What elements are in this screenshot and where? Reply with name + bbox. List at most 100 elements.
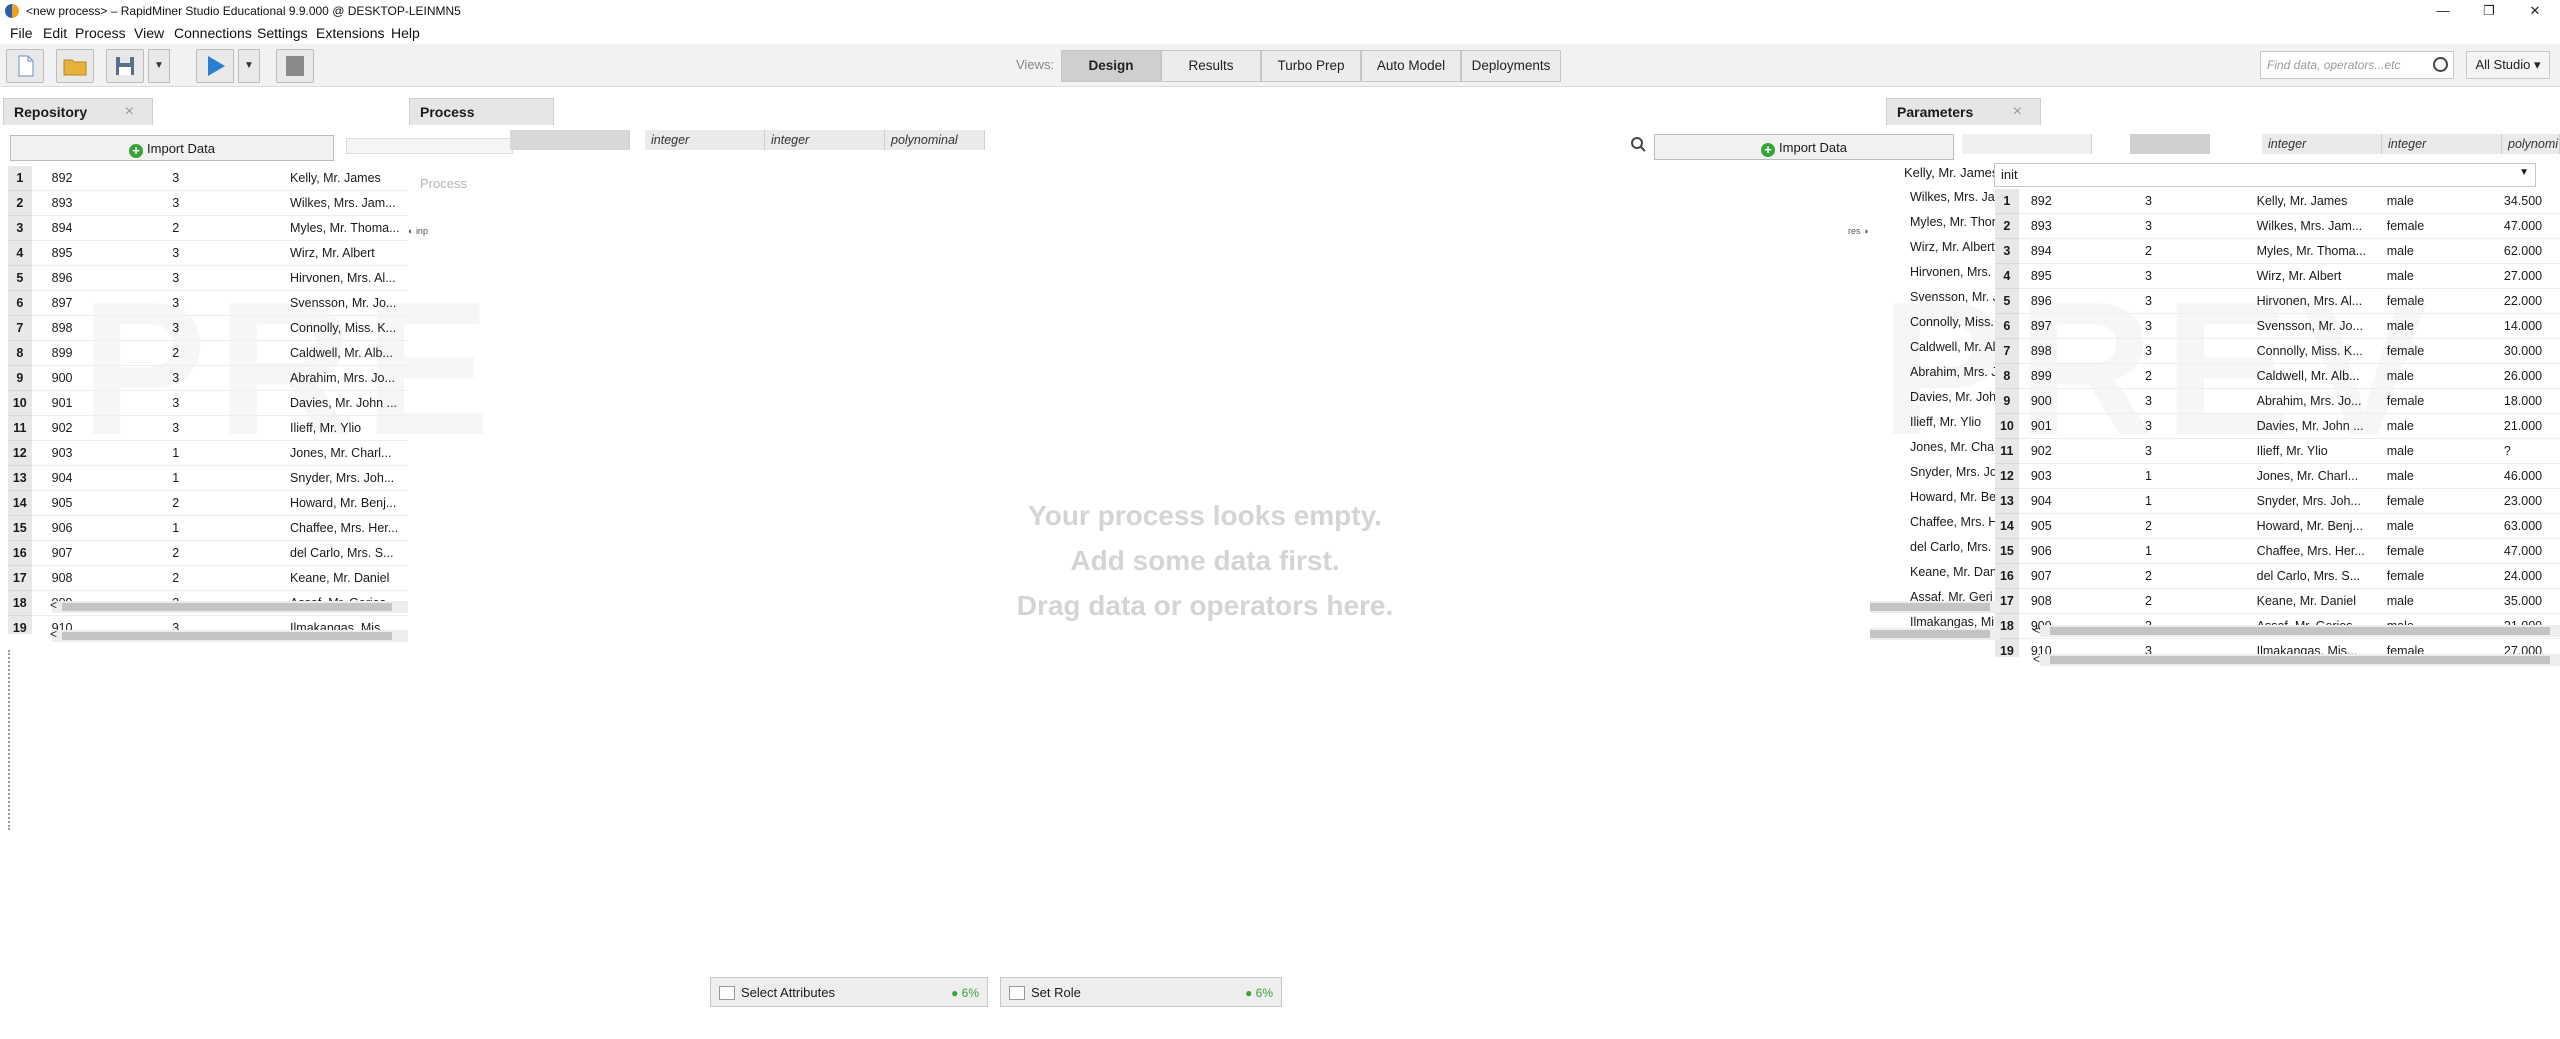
table-row[interactable]: 13 904 1 Snyder, Mrs. Joh...: [8, 465, 408, 491]
view-deployments-button[interactable]: Deployments: [1461, 50, 1561, 82]
table-cell: 63.000: [2491, 513, 2560, 539]
input-port[interactable]: ◐ inp: [408, 226, 428, 236]
run-button[interactable]: [196, 49, 234, 83]
table-row[interactable]: 4 895 3 Wirz, Mr. Albert: [8, 240, 408, 266]
table-cell: 900: [31, 365, 153, 391]
table-cell: 3: [152, 290, 271, 316]
menu-help[interactable]: Help: [391, 25, 420, 41]
table-cell: 3: [152, 315, 271, 341]
table-row[interactable]: 10 901 3 Davies, Mr. John ... male 21.000: [1995, 413, 2560, 439]
parameter-select[interactable]: init ▼: [1994, 163, 2536, 187]
run-dropdown-button[interactable]: ▼: [238, 49, 260, 83]
horizontal-scrollbar[interactable]: [1870, 628, 2000, 640]
horizontal-scrollbar[interactable]: [2040, 654, 2560, 666]
menu-extensions[interactable]: Extensions: [316, 25, 384, 41]
table-row[interactable]: 12 903 1 Jones, Mr. Charl...: [8, 440, 408, 466]
empty-message-line: Drag data or operators here.: [1016, 590, 1394, 621]
horizontal-scrollbar[interactable]: [2040, 625, 2560, 637]
input-port-label: inp: [415, 226, 428, 236]
process-breadcrumb: Process: [420, 176, 467, 191]
scroll-left-icon[interactable]: <: [2033, 623, 2040, 637]
filter-field[interactable]: [346, 138, 513, 154]
table-row[interactable]: 7 898 3 Connolly, Miss. K...: [8, 315, 408, 341]
table-row[interactable]: 5 896 3 Hirvonen, Mrs. Al...: [8, 265, 408, 291]
menu-connections[interactable]: Connections: [174, 25, 252, 41]
table-row[interactable]: 16 907 2 del Carlo, Mrs. S...: [8, 540, 408, 566]
import-data-button[interactable]: + Import Data: [10, 135, 334, 161]
table-row[interactable]: 4 895 3 Wirz, Mr. Albert male 27.000: [1995, 263, 2560, 289]
view-results-button[interactable]: Results: [1161, 50, 1261, 82]
table-row[interactable]: 1 892 3 Kelly, Mr. James male 34.500: [1995, 189, 2560, 214]
operator-usage: ● 6%: [1245, 986, 1273, 1000]
view-turbo-prep-button[interactable]: Turbo Prep: [1261, 50, 1361, 82]
table-row[interactable]: 3 894 2 Myles, Mr. Thoma...: [8, 215, 408, 241]
maximize-button[interactable]: ❐: [2466, 0, 2512, 22]
horizontal-scrollbar[interactable]: [52, 630, 408, 642]
table-cell: 897: [31, 290, 153, 316]
horizontal-scrollbar[interactable]: [52, 601, 408, 613]
table-row[interactable]: 6 897 3 Svensson, Mr. Jo... male 14.000: [1995, 313, 2560, 339]
row-number: 10: [1995, 413, 2019, 439]
table-row[interactable]: 3 894 2 Myles, Mr. Thoma... male 62.000: [1995, 238, 2560, 264]
view-design-button[interactable]: Design: [1061, 50, 1161, 82]
stop-button[interactable]: [276, 49, 314, 83]
import-data-button-right[interactable]: + Import Data: [1654, 134, 1954, 160]
tab-repository[interactable]: Repository ×: [3, 98, 153, 125]
table-row[interactable]: 14 905 2 Howard, Mr. Benj... male 63.000: [1995, 513, 2560, 539]
table-row[interactable]: 15 906 1 Chaffee, Mrs. Her... female 47.000: [1995, 538, 2560, 564]
menu-edit[interactable]: Edit: [43, 25, 67, 41]
scroll-left-icon[interactable]: <: [50, 627, 57, 641]
close-icon[interactable]: ×: [125, 99, 134, 125]
table-row[interactable]: 10 901 3 Davies, Mr. John ...: [8, 390, 408, 416]
table-row[interactable]: 11 902 3 Ilieff, Mr. Ylio: [8, 415, 408, 441]
table-row[interactable]: 12 903 1 Jones, Mr. Charl... male 46.000: [1995, 463, 2560, 489]
table-row[interactable]: 16 907 2 del Carlo, Mrs. S... female 24.000: [1995, 563, 2560, 589]
table-row[interactable]: 7 898 3 Connolly, Miss. K... female 30.000: [1995, 338, 2560, 364]
menu-settings[interactable]: Settings: [257, 25, 308, 41]
table-row[interactable]: 9 900 3 Abrahim, Mrs. Jo...: [8, 365, 408, 391]
menu-view[interactable]: View: [134, 25, 164, 41]
stop-icon: [286, 56, 304, 76]
table-row[interactable]: 6 897 3 Svensson, Mr. Jo...: [8, 290, 408, 316]
table-cell: 3: [2132, 388, 2245, 414]
view-auto-model-button[interactable]: Auto Model: [1361, 50, 1461, 82]
save-dropdown-button[interactable]: ▼: [148, 49, 170, 83]
save-button[interactable]: [106, 49, 144, 83]
zoom-icon[interactable]: [1628, 134, 1648, 154]
table-row[interactable]: 1 892 3 Kelly, Mr. James: [8, 166, 408, 191]
table-row[interactable]: 15 906 1 Chaffee, Mrs. Her...: [8, 515, 408, 541]
table-row[interactable]: 14 905 2 Howard, Mr. Benj...: [8, 490, 408, 516]
tab-process[interactable]: Process: [409, 98, 554, 125]
table-cell: Abrahim, Mrs. Jo...: [2244, 388, 2375, 414]
row-number: 14: [1995, 513, 2019, 539]
scroll-left-icon[interactable]: <: [50, 598, 57, 612]
output-port[interactable]: res ◑: [1848, 226, 1868, 236]
table-cell: 24.000: [2491, 563, 2560, 589]
minimize-button[interactable]: —: [2420, 0, 2466, 22]
close-icon[interactable]: ×: [2013, 99, 2022, 125]
search-input[interactable]: Find data, operators...etc: [2260, 51, 2454, 79]
operator-select-attributes[interactable]: Select Attributes ● 6%: [710, 977, 988, 1007]
row-number: 15: [1995, 538, 2019, 564]
table-row[interactable]: 17 908 2 Keane, Mr. Daniel male 35.000: [1995, 588, 2560, 614]
menu-process[interactable]: Process: [75, 25, 126, 41]
table-row[interactable]: 8 899 2 Caldwell, Mr. Alb... male 26.000: [1995, 363, 2560, 389]
tab-parameters[interactable]: Parameters ×: [1886, 98, 2041, 125]
table-row[interactable]: 17 908 2 Keane, Mr. Daniel: [8, 565, 408, 591]
horizontal-scrollbar[interactable]: [1870, 601, 2000, 613]
close-window-button[interactable]: ✕: [2512, 0, 2558, 22]
scroll-left-icon[interactable]: <: [2033, 652, 2040, 666]
studio-select[interactable]: All Studio ▾: [2466, 51, 2550, 79]
table-row[interactable]: 8 899 2 Caldwell, Mr. Alb...: [8, 340, 408, 366]
new-process-button[interactable]: [6, 49, 44, 83]
parameters-data-table: 1 892 3 Kelly, Mr. James male 34.500 2 893 3 Wilk…: [1995, 189, 2560, 657]
table-row[interactable]: 2 893 3 Wilkes, Mrs. Jam...: [8, 190, 408, 216]
open-button[interactable]: [56, 49, 94, 83]
table-row[interactable]: 2 893 3 Wilkes, Mrs. Jam... female 47.000: [1995, 213, 2560, 239]
table-row[interactable]: 11 902 3 Ilieff, Mr. Ylio male?: [1995, 438, 2560, 464]
table-row[interactable]: 13 904 1 Snyder, Mrs. Joh... female 23.000: [1995, 488, 2560, 514]
menu-file[interactable]: File: [10, 25, 33, 41]
table-row[interactable]: 9 900 3 Abrahim, Mrs. Jo... female 18.000: [1995, 388, 2560, 414]
operator-set-role[interactable]: Set Role ● 6%: [1000, 977, 1282, 1007]
table-row[interactable]: 5 896 3 Hirvonen, Mrs. Al... female 22.000: [1995, 288, 2560, 314]
